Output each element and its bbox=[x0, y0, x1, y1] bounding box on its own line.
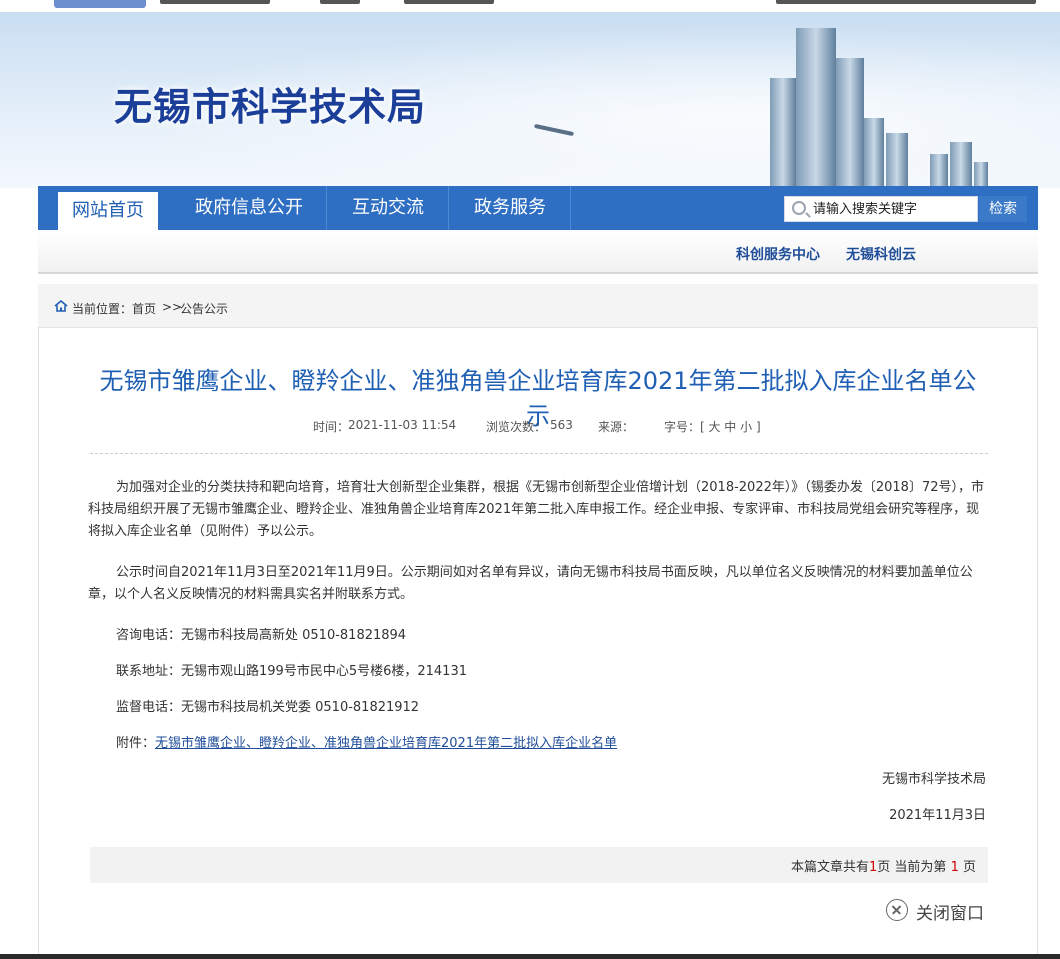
meta-time-label: 时间： bbox=[313, 420, 350, 434]
consult-phone: 咨询电话：无锡市科技局高新处 0510-81821894 bbox=[116, 628, 407, 643]
divider bbox=[90, 453, 988, 454]
meta-source-label: 来源： bbox=[598, 420, 635, 434]
close-icon[interactable] bbox=[886, 899, 908, 921]
publish-date: 2021年11月3日 bbox=[889, 808, 986, 823]
attachment-line: 附件：无锡市雏鹰企业、瞪羚企业、准独角兽企业培育库2021年第二批拟入库企业名单 bbox=[116, 732, 617, 751]
nav-services[interactable]: 政务服务 bbox=[452, 186, 568, 230]
supervise-phone: 监督电话：无锡市科技局机关党委 0510-81821912 bbox=[116, 700, 420, 715]
nav-home[interactable]: 网站首页 bbox=[58, 192, 158, 230]
search-icon bbox=[792, 201, 806, 215]
site-title: 无锡市科学技术局 bbox=[114, 85, 427, 129]
pager-info: 本篇文章共有1页 当前为第 1 页 bbox=[790, 860, 976, 875]
breadcrumb-label: 当前位置： bbox=[72, 302, 133, 316]
nav-gov-info[interactable]: 政府信息公开 bbox=[174, 186, 324, 230]
font-size-switcher[interactable]: [ 大 中 小 ] bbox=[700, 418, 761, 435]
search-button[interactable]: 检索 bbox=[979, 196, 1027, 222]
meta-views: 563 bbox=[550, 418, 573, 432]
article-paragraph: 为加强对企业的分类扶持和靶向培育，培育壮大创新型企业集群，根据《无锡市创新型企业… bbox=[88, 480, 984, 539]
meta-time: 2021-11-03 11:54 bbox=[348, 418, 457, 432]
attachment-link[interactable]: 无锡市雏鹰企业、瞪羚企业、准独角兽企业培育库2021年第二批拟入库企业名单 bbox=[155, 736, 617, 751]
top-strip bbox=[0, 0, 1060, 12]
link-innovation-center[interactable]: 科创服务中心 bbox=[736, 244, 820, 264]
bottom-bar bbox=[0, 954, 1060, 959]
signer: 无锡市科学技术局 bbox=[881, 772, 986, 787]
breadcrumb-current[interactable]: 公告公示 bbox=[180, 300, 228, 317]
link-innovation-cloud[interactable]: 无锡科创云 bbox=[846, 244, 916, 264]
contact-address: 联系地址：无锡市观山路199号市民中心5号楼6楼，214131 bbox=[116, 664, 467, 679]
top-tag bbox=[54, 0, 146, 8]
meta-fontsize-label: 字号： bbox=[664, 420, 701, 434]
breadcrumb-home[interactable]: 首页 bbox=[132, 300, 156, 317]
search-input[interactable] bbox=[813, 199, 973, 219]
close-window-button[interactable]: 关闭窗口 bbox=[916, 899, 984, 924]
meta-views-label: 浏览次数： bbox=[486, 420, 547, 434]
article-paragraph: 公示时间自2021年11月3日至2021年11月9日。公示期间如对名单有异议，请… bbox=[88, 565, 973, 602]
home-icon bbox=[54, 300, 68, 312]
nav-interaction[interactable]: 互动交流 bbox=[330, 186, 446, 230]
attachment-label: 附件： bbox=[116, 736, 156, 751]
pager-current: 1 bbox=[950, 860, 959, 875]
